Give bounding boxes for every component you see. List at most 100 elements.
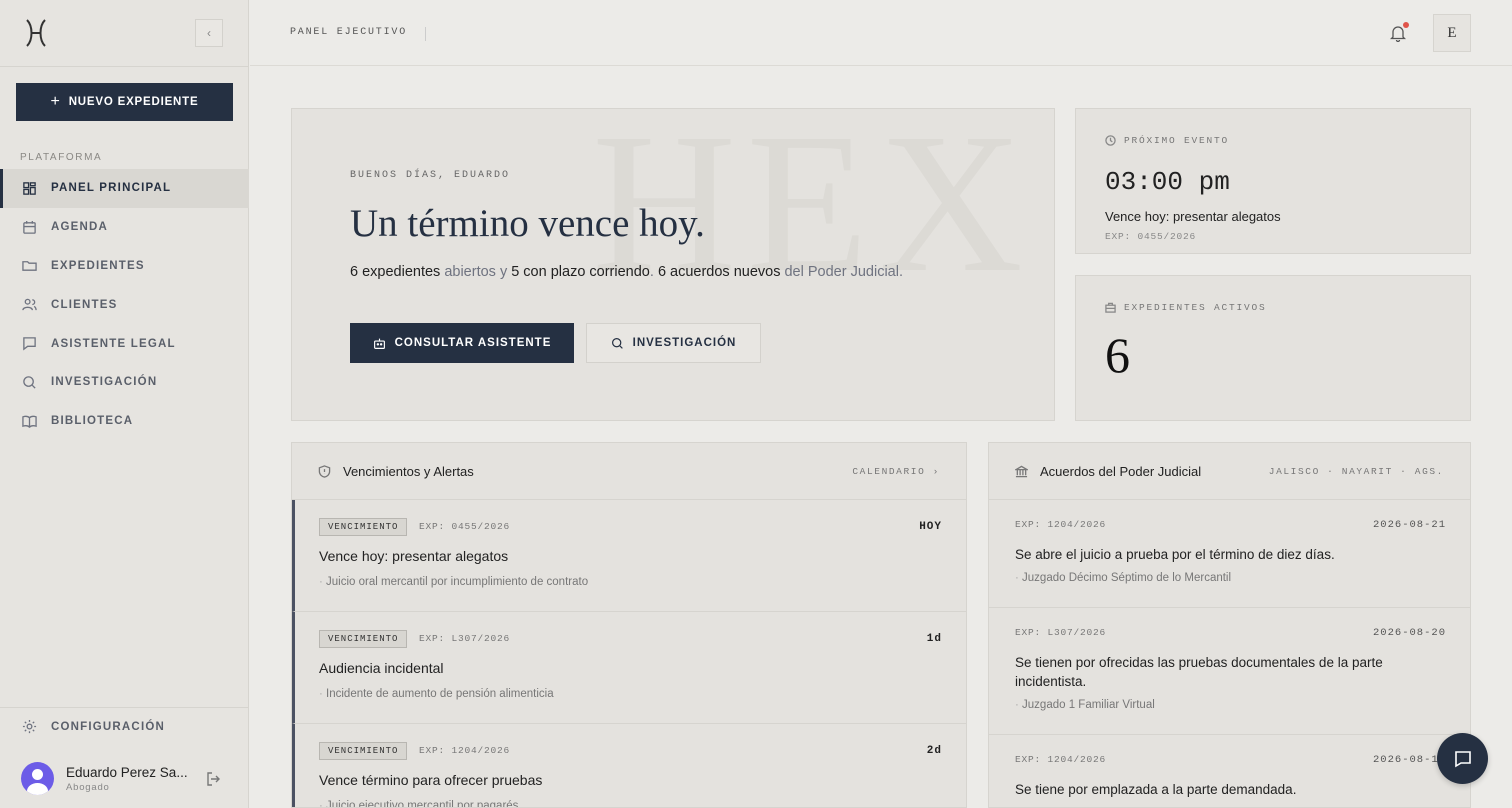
card-label-text: EXPEDIENTES ACTIVOS [1124,302,1267,313]
agreement-court: Juzgado 1 Familiar Virtual [1015,699,1155,711]
agreement-title: Se tiene por emplazada a la parte demand… [1015,782,1297,797]
sidebar-item-panel-principal[interactable]: PANEL PRINCIPAL [0,169,249,208]
sidebar-item-configuracion[interactable]: CONFIGURACIÓN [22,719,165,734]
search-icon [611,337,623,349]
alert-tag: VENCIMIENTO [319,630,408,648]
agreement-title: Se abre el juicio a prueba por el términ… [1015,547,1335,562]
agreements-header: Acuerdos del Poder Judicial JALISCO · NA… [989,443,1470,500]
summary-text: . [649,264,658,280]
folder-icon [22,261,37,272]
alert-subtitle: Juicio ejecutivo mercantil por pagarés [319,800,518,807]
alerts-panel: Vencimientos y Alertas CALENDARIO › VENC… [291,442,967,808]
page-title: PANEL EJECUTIVO [290,27,427,41]
agreements-title: Acuerdos del Poder Judicial [1015,464,1201,479]
chat-fab-button[interactable] [1437,733,1488,784]
grid-icon [23,182,36,195]
book-icon [22,415,37,428]
next-event-exp: EXP: 0455/2026 [1105,231,1197,242]
greeting: BUENOS DÍAS, EDUARDO [350,170,511,181]
alert-exp: EXP: 0455/2026 [419,521,511,532]
collapse-sidebar-button[interactable]: ‹ [195,19,223,47]
new-case-label: NUEVO EXPEDIENTE [68,96,199,108]
alert-tag: VENCIMIENTO [319,518,408,536]
agreements-panel: Acuerdos del Poder Judicial JALISCO · NA… [988,442,1471,808]
logo-icon[interactable] [22,18,50,48]
agreement-exp: EXP: 1204/2026 [1015,754,1107,765]
panel-title-text: Acuerdos del Poder Judicial [1040,464,1202,479]
new-case-button[interactable]: + NUEVO EXPEDIENTE [16,83,233,121]
agreement-exp: EXP: L307/2026 [1015,627,1107,638]
alert-due: 1d [926,633,942,645]
user-role: Abogado [66,781,110,793]
courthouse-icon [1015,465,1028,478]
sidebar-item-label: CLIENTES [51,298,118,311]
summary-text: abiertos y [440,264,512,280]
alerts-header: Vencimientos y Alertas CALENDARIO › [292,443,966,500]
chevron-left-icon: ‹ [207,26,211,40]
agreement-date: 2026-08-21 [1372,519,1446,531]
plus-icon: + [50,93,61,110]
search-icon [23,376,36,389]
agreement-row[interactable]: EXP: L307/2026 2026-08-20 Se tienen por … [989,608,1470,735]
robot-icon [373,338,385,349]
agreement-row[interactable]: EXP: 1204/2026 2026-08-19 Se tiene por e… [989,735,1470,807]
sidebar-item-investigacion[interactable]: INVESTIGACIÓN [0,363,249,402]
calendar-link[interactable]: CALENDARIO › [852,466,940,477]
next-event-title: Vence hoy: presentar alegatos [1105,209,1281,224]
alert-row[interactable]: VENCIMIENTO EXP: 0455/2026 HOY Vence hoy… [292,500,966,612]
divider [0,66,249,67]
sidebar-item-asistente-legal[interactable]: ASISTENTE LEGAL [0,324,249,363]
active-cases-count: 6 [1105,327,1130,383]
alerts-title: Vencimientos y Alertas [318,464,474,479]
alert-row[interactable]: VENCIMIENTO EXP: 1204/2026 2d Vence térm… [292,724,966,807]
regions-label: JALISCO · NAYARIT · AGS. [1268,466,1444,477]
briefcase-icon [1105,302,1116,313]
next-event-label: PRÓXIMO EVENTO [1105,135,1229,146]
alert-exp: EXP: L307/2026 [419,633,511,644]
sidebar: ‹ + NUEVO EXPEDIENTE PLATAFORMA PANEL PR… [0,0,249,808]
divider [0,707,249,708]
sidebar-nav: PANEL PRINCIPAL AGENDA EXPEDIENTES CLIEN… [0,169,249,441]
headline: Un término vence hoy. [350,202,705,245]
agreement-date: 2026-08-19 [1372,754,1446,766]
sidebar-item-biblioteca[interactable]: BIBLIOTECA [0,402,249,441]
alert-subtitle: Incidente de aumento de pensión alimenti… [319,688,554,700]
clock-icon [1105,135,1116,146]
summary: 6 expedientes abiertos y 5 con plazo cor… [350,264,903,280]
agreement-exp: EXP: 1204/2026 [1015,519,1107,530]
alert-due: HOY [919,521,942,533]
calendar-icon [23,220,36,234]
alert-row[interactable]: VENCIMIENTO EXP: L307/2026 1d Audiencia … [292,612,966,724]
user-name: Eduardo Perez Sa... [66,764,188,780]
sidebar-item-label: PANEL PRINCIPAL [51,182,172,195]
alert-title: Vence término para ofrecer pruebas [319,772,543,788]
user-profile[interactable]: Eduardo Perez Sa... Abogado [21,762,188,795]
agreement-court: Juzgado Décimo Séptimo de lo Mercantil [1015,572,1231,584]
next-event-time: 03:00 pm [1105,167,1230,197]
gear-icon [22,719,37,734]
summary-text: del Poder Judicial. [780,264,903,280]
topbar: PANEL EJECUTIVO E [250,0,1512,66]
sidebar-item-clientes[interactable]: CLIENTES [0,285,249,324]
agreement-title: Se tienen por ofrecidas las pruebas docu… [1015,655,1383,689]
agreement-date: 2026-08-20 [1372,627,1446,639]
next-event-card[interactable]: PRÓXIMO EVENTO 03:00 pm Vence hoy: prese… [1075,108,1471,254]
summary-open-count: 6 expedientes [350,264,441,280]
summary-running-count: 5 con plazo corriendo [511,264,650,280]
logout-icon[interactable] [206,771,222,787]
users-icon [22,298,37,311]
shield-alert-icon [318,465,331,478]
agreement-row[interactable]: EXP: 1204/2026 2026-08-21 Se abre el jui… [989,500,1470,608]
alert-title: Audiencia incidental [319,660,444,676]
research-button[interactable]: INVESTIGACIÓN [586,323,761,363]
sidebar-item-label: BIBLIOTECA [51,415,134,428]
active-cases-card[interactable]: EXPEDIENTES ACTIVOS 6 [1075,275,1471,421]
user-menu-button[interactable]: E [1433,14,1471,52]
sidebar-item-agenda[interactable]: AGENDA [0,208,249,247]
sidebar-item-label: EXPEDIENTES [51,259,145,272]
sidebar-item-expedientes[interactable]: EXPEDIENTES [0,247,249,286]
sidebar-item-label: ASISTENTE LEGAL [51,337,176,350]
alert-due: 2d [926,745,942,757]
consult-assistant-button[interactable]: CONSULTAR ASISTENTE [350,323,574,363]
chat-icon [1454,750,1471,767]
